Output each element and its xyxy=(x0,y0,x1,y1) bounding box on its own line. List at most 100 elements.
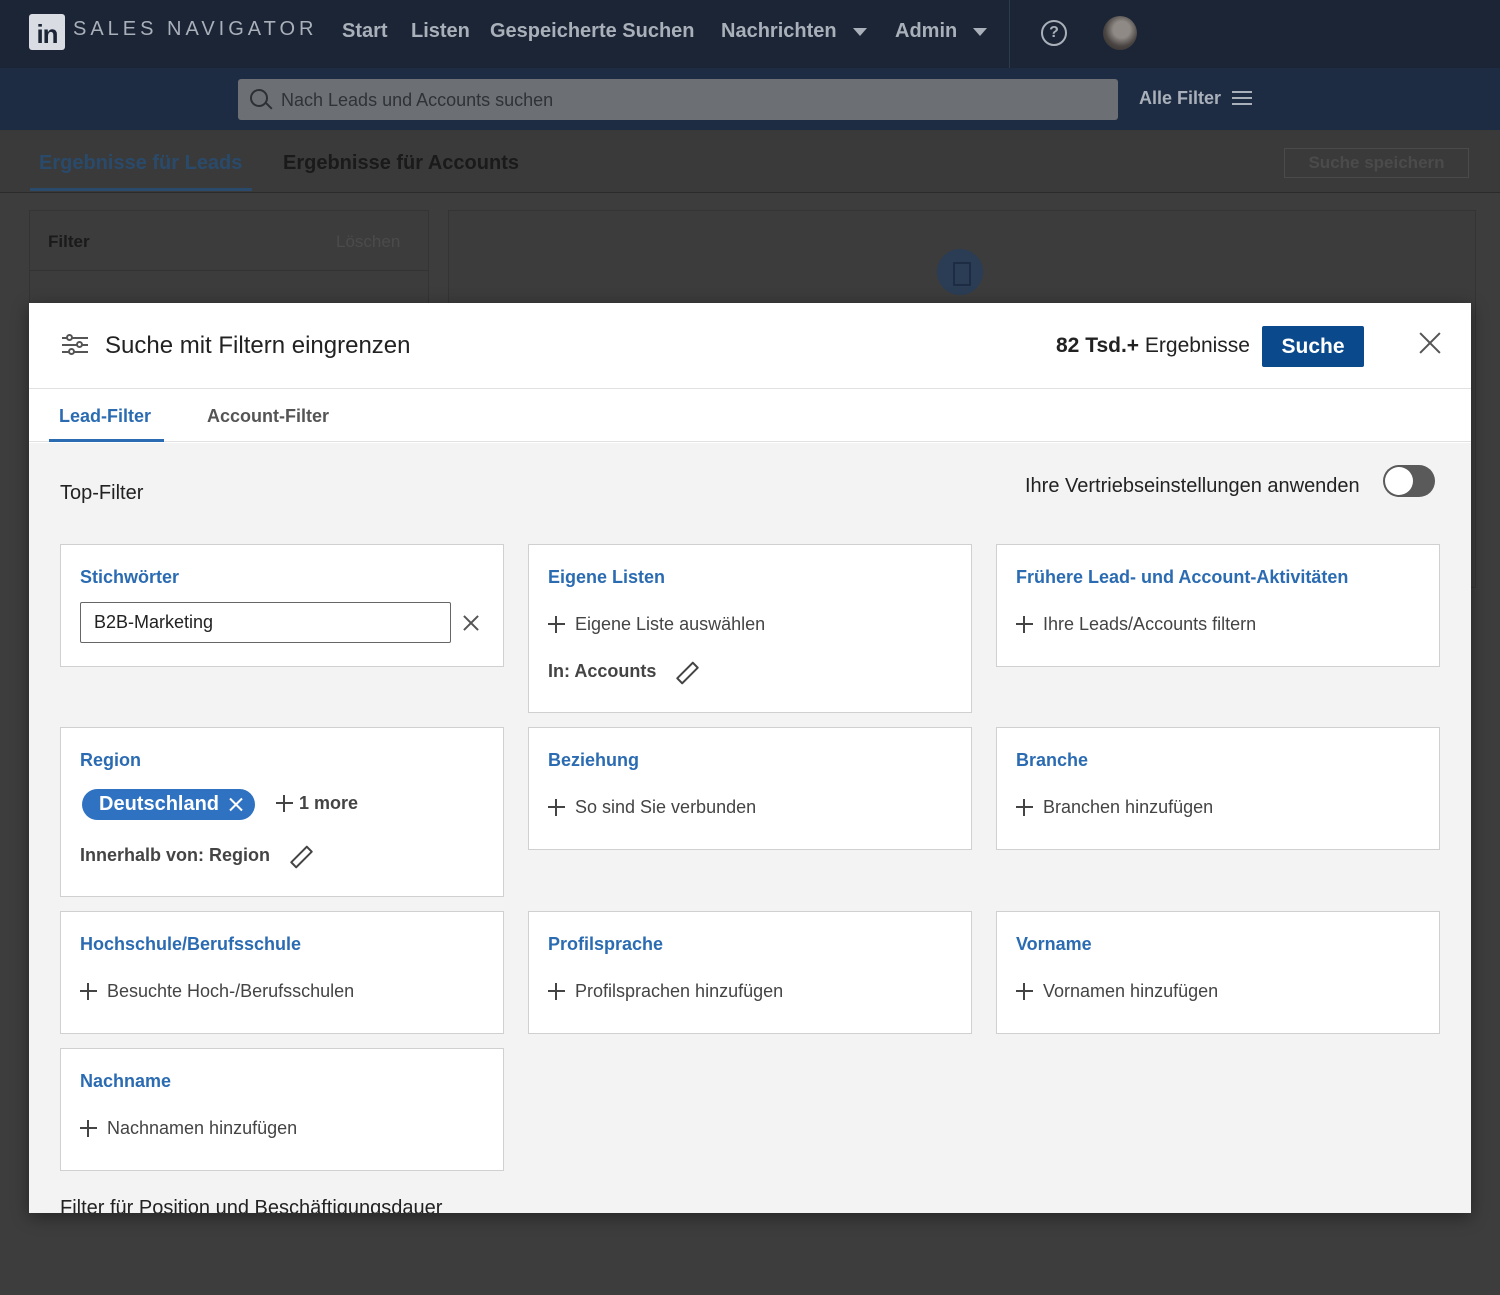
filter-card-past-activity: Frühere Lead- und Account-Aktivitäten Ih… xyxy=(996,544,1440,667)
remove-icon[interactable] xyxy=(230,798,243,811)
nav-admin[interactable]: Admin xyxy=(895,20,988,43)
nav-start[interactable]: Start xyxy=(342,20,388,43)
plus-icon xyxy=(1016,983,1033,1000)
more-label: 1 more xyxy=(299,793,359,813)
divider xyxy=(29,270,429,271)
add-last-name-button[interactable]: Nachnamen hinzufügen xyxy=(80,1118,297,1139)
plus-icon xyxy=(548,616,565,633)
nav-lists[interactable]: Listen xyxy=(411,20,470,43)
add-label: Ihre Leads/Accounts filtern xyxy=(1043,614,1257,634)
card-title: Profilsprache xyxy=(548,934,664,954)
keywords-input[interactable]: B2B-Marketing xyxy=(80,602,451,643)
filter-card-keywords: Stichwörter B2B-Marketing xyxy=(60,544,504,667)
save-search-button[interactable]: Suche speichern xyxy=(1284,148,1469,178)
chevron-down-icon xyxy=(973,27,988,36)
active-tab-indicator xyxy=(49,439,164,442)
filter-panel-title: Filter xyxy=(48,232,90,251)
nav-admin-label: Admin xyxy=(895,20,958,42)
list-scope-label: In: Accounts xyxy=(548,661,657,681)
filter-card-last-name: Nachname Nachnamen hinzufügen xyxy=(60,1048,504,1171)
nav-messages[interactable]: Nachrichten xyxy=(721,20,867,43)
plus-icon xyxy=(80,983,97,1000)
pencil-icon[interactable] xyxy=(676,663,694,681)
card-title: Hochschule/Berufsschule xyxy=(80,934,302,954)
avatar[interactable] xyxy=(1103,16,1137,50)
card-title: Region xyxy=(80,750,141,770)
plus-icon xyxy=(1016,616,1033,633)
modal-header: Suche mit Filtern eingrenzen 82 Tsd.+ Er… xyxy=(29,303,1471,389)
sales-preferences-toggle[interactable] xyxy=(1383,465,1435,497)
search-button[interactable]: Suche xyxy=(1262,326,1364,367)
region-pill[interactable]: Deutschland xyxy=(82,789,256,820)
filter-panel xyxy=(29,210,429,305)
result-count: 82 Tsd.+ Ergebnisse xyxy=(1056,334,1250,358)
add-label: So sind Sie verbunden xyxy=(575,797,757,817)
add-school-button[interactable]: Besuchte Hoch-/Berufsschulen xyxy=(80,981,354,1002)
add-label: Profilsprachen hinzufügen xyxy=(575,981,784,1001)
card-title: Beziehung xyxy=(548,750,640,770)
sales-preferences-label: Ihre Vertriebseinstellungen anwenden xyxy=(1025,475,1360,497)
filter-card-first-name: Vorname Vornamen hinzufügen xyxy=(996,911,1440,1034)
filter-card-region: Region Deutschland 1 more Innerhalb von:… xyxy=(60,727,504,897)
add-industry-button[interactable]: Branchen hinzufügen xyxy=(1016,797,1213,818)
card-title: Stichwörter xyxy=(80,567,180,587)
chevron-down-icon xyxy=(852,27,867,36)
plus-icon xyxy=(548,799,565,816)
result-count-value: 82 Tsd.+ xyxy=(1056,334,1140,357)
plus-icon xyxy=(276,795,293,812)
card-title: Eigene Listen xyxy=(548,567,666,587)
card-title: Frühere Lead- und Account-Aktivitäten xyxy=(1016,567,1349,587)
tab-lead-filter[interactable]: Lead-Filter xyxy=(59,406,151,427)
section-title-top-filters: Top-Filter xyxy=(60,482,144,504)
plus-icon xyxy=(548,983,565,1000)
region-scope: Innerhalb von: Region xyxy=(80,845,308,866)
nav-messages-label: Nachrichten xyxy=(721,20,837,42)
add-profile-language-button[interactable]: Profilsprachen hinzufügen xyxy=(548,981,783,1002)
list-scope: In: Accounts xyxy=(548,661,694,682)
tab-lead-results[interactable]: Ergebnisse für Leads xyxy=(39,152,242,175)
add-own-list-button[interactable]: Eigene Liste auswählen xyxy=(548,614,765,635)
add-label: Besuchte Hoch-/Berufsschulen xyxy=(107,981,355,1001)
filter-card-relationship: Beziehung So sind Sie verbunden xyxy=(528,727,972,850)
clear-filters-button[interactable]: Löschen xyxy=(336,232,400,252)
search-icon xyxy=(250,89,268,107)
plus-icon xyxy=(1016,799,1033,816)
add-first-name-button[interactable]: Vornamen hinzufügen xyxy=(1016,981,1218,1002)
clear-icon[interactable] xyxy=(463,615,479,631)
filter-card-industry: Branche Branchen hinzufügen xyxy=(996,727,1440,850)
building-icon xyxy=(937,249,983,295)
brand-name: SALES NAVIGATOR xyxy=(73,18,318,40)
modal-body: Top-Filter Ihre Vertriebseinstellungen a… xyxy=(29,443,1471,1213)
search-placeholder: Nach Leads und Accounts suchen xyxy=(281,90,554,110)
card-title: Branche xyxy=(1016,750,1089,770)
modal-tabs: Lead-Filter Account-Filter xyxy=(29,389,1471,442)
tab-account-results[interactable]: Ergebnisse für Accounts xyxy=(283,152,519,175)
card-title: Nachname xyxy=(80,1071,172,1091)
filter-card-profile-language: Profilsprache Profilsprachen hinzufügen xyxy=(528,911,972,1034)
all-filters-button[interactable]: Alle Filter xyxy=(1139,88,1221,109)
add-label: Eigene Liste auswählen xyxy=(575,614,766,634)
more-regions-button[interactable]: 1 more xyxy=(276,793,358,814)
top-navigation-bar: in SALES NAVIGATOR Start Listen Gespeich… xyxy=(0,0,1500,68)
result-count-suffix: Ergebnisse xyxy=(1144,334,1250,357)
help-icon[interactable]: ? xyxy=(1041,20,1067,46)
nav-divider xyxy=(1009,0,1010,68)
filter-sliders-icon xyxy=(62,334,88,356)
add-relationship-button[interactable]: So sind Sie verbunden xyxy=(548,797,756,818)
add-label: Branchen hinzufügen xyxy=(1043,797,1214,817)
tab-account-filter[interactable]: Account-Filter xyxy=(207,406,329,427)
add-past-activity-button[interactable]: Ihre Leads/Accounts filtern xyxy=(1016,614,1256,635)
pencil-icon[interactable] xyxy=(290,847,308,865)
filter-card-own-lists: Eigene Listen Eigene Liste auswählen In:… xyxy=(528,544,972,713)
region-scope-label: Innerhalb von: Region xyxy=(80,845,271,865)
add-label: Nachnamen hinzufügen xyxy=(107,1118,298,1138)
active-tab-indicator xyxy=(30,188,252,191)
nav-saved-searches[interactable]: Gespeicherte Suchen xyxy=(490,20,695,43)
add-label: Vornamen hinzufügen xyxy=(1043,981,1219,1001)
modal-title: Suche mit Filtern eingrenzen xyxy=(105,332,411,359)
sliders-icon[interactable] xyxy=(1232,89,1252,107)
filter-card-school: Hochschule/Berufsschule Besuchte Hoch-/B… xyxy=(60,911,504,1034)
card-title: Vorname xyxy=(1016,934,1092,954)
linkedin-logo[interactable]: in xyxy=(29,14,65,50)
close-icon[interactable] xyxy=(1418,331,1442,355)
